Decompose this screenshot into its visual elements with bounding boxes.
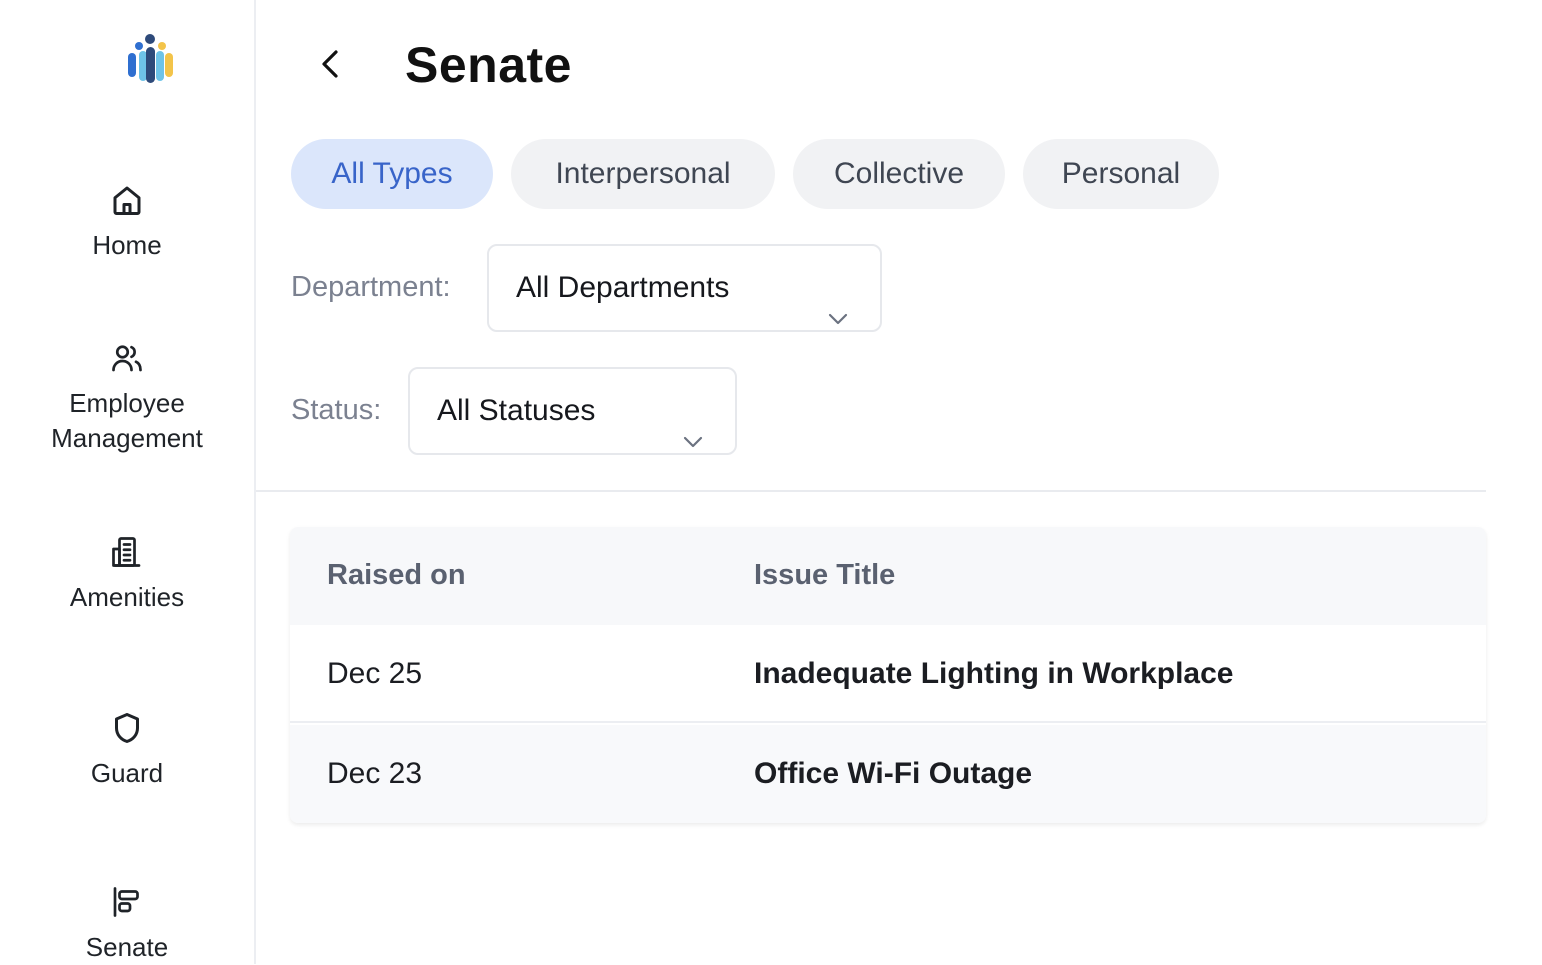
building-icon (109, 534, 145, 570)
department-select-value: All Departments (516, 271, 730, 304)
sidebar-item-label: Amenities (69, 582, 185, 612)
status-select[interactable]: All Statuses (408, 367, 737, 455)
table-header: Raised on Issue Title (290, 527, 1486, 625)
status-select-value: All Statuses (437, 394, 596, 427)
department-label: Department: (291, 271, 451, 303)
sidebar-item-amenities[interactable]: Amenities (0, 534, 254, 615)
tab-interpersonal[interactable]: Interpersonal (511, 139, 775, 209)
tab-collective[interactable]: Collective (793, 139, 1005, 209)
shield-icon (109, 710, 145, 746)
users-icon (109, 340, 145, 376)
sidebar-item-senate[interactable]: Senate (0, 884, 254, 965)
table-row[interactable]: Dec 23 Office Wi-Fi Outage (290, 725, 1486, 823)
chevron-left-icon (322, 50, 338, 78)
sidebar-item-employee-management[interactable]: Employee Management (0, 340, 254, 456)
cell-raised-on: Dec 23 (327, 757, 423, 790)
sidebar-item-label-line1: Employee (69, 388, 185, 418)
cell-issue-title: Office Wi-Fi Outage (754, 757, 1033, 790)
cell-issue-title: Inadequate Lighting in Workplace (754, 657, 1234, 690)
sidebar-item-label: Home (92, 230, 162, 260)
align-left-icon (109, 884, 145, 920)
department-select[interactable]: All Departments (487, 244, 882, 332)
app-logo[interactable] (126, 33, 176, 87)
chevron-down-icon (681, 401, 705, 448)
tab-all-types[interactable]: All Types (291, 139, 493, 209)
back-button[interactable] (314, 45, 348, 83)
cell-raised-on: Dec 25 (327, 657, 423, 690)
table-row[interactable]: Dec 25 Inadequate Lighting in Workplace (290, 625, 1486, 723)
sidebar-item-label: Guard (90, 758, 164, 788)
divider (256, 490, 1486, 492)
page-title: Senate (405, 37, 572, 93)
home-icon (109, 182, 145, 218)
column-header-issue-title[interactable]: Issue Title (754, 559, 895, 592)
sidebar: Home Employee Management Amenities Guard… (0, 0, 256, 964)
sidebar-item-label-line2: Management (51, 423, 203, 453)
chevron-down-icon (826, 278, 850, 325)
issues-table: Raised on Issue Title Dec 25 Inadequate … (290, 527, 1486, 823)
status-label: Status: (291, 394, 382, 426)
sidebar-item-home[interactable]: Home (0, 182, 254, 263)
sidebar-item-label: Senate (85, 932, 169, 962)
main-content: Senate All Types Interpersonal Collectiv… (256, 0, 1542, 964)
column-header-raised-on[interactable]: Raised on (327, 559, 466, 592)
logo-icon (128, 34, 173, 83)
sidebar-item-guard[interactable]: Guard (0, 710, 254, 791)
tab-personal[interactable]: Personal (1023, 139, 1219, 209)
